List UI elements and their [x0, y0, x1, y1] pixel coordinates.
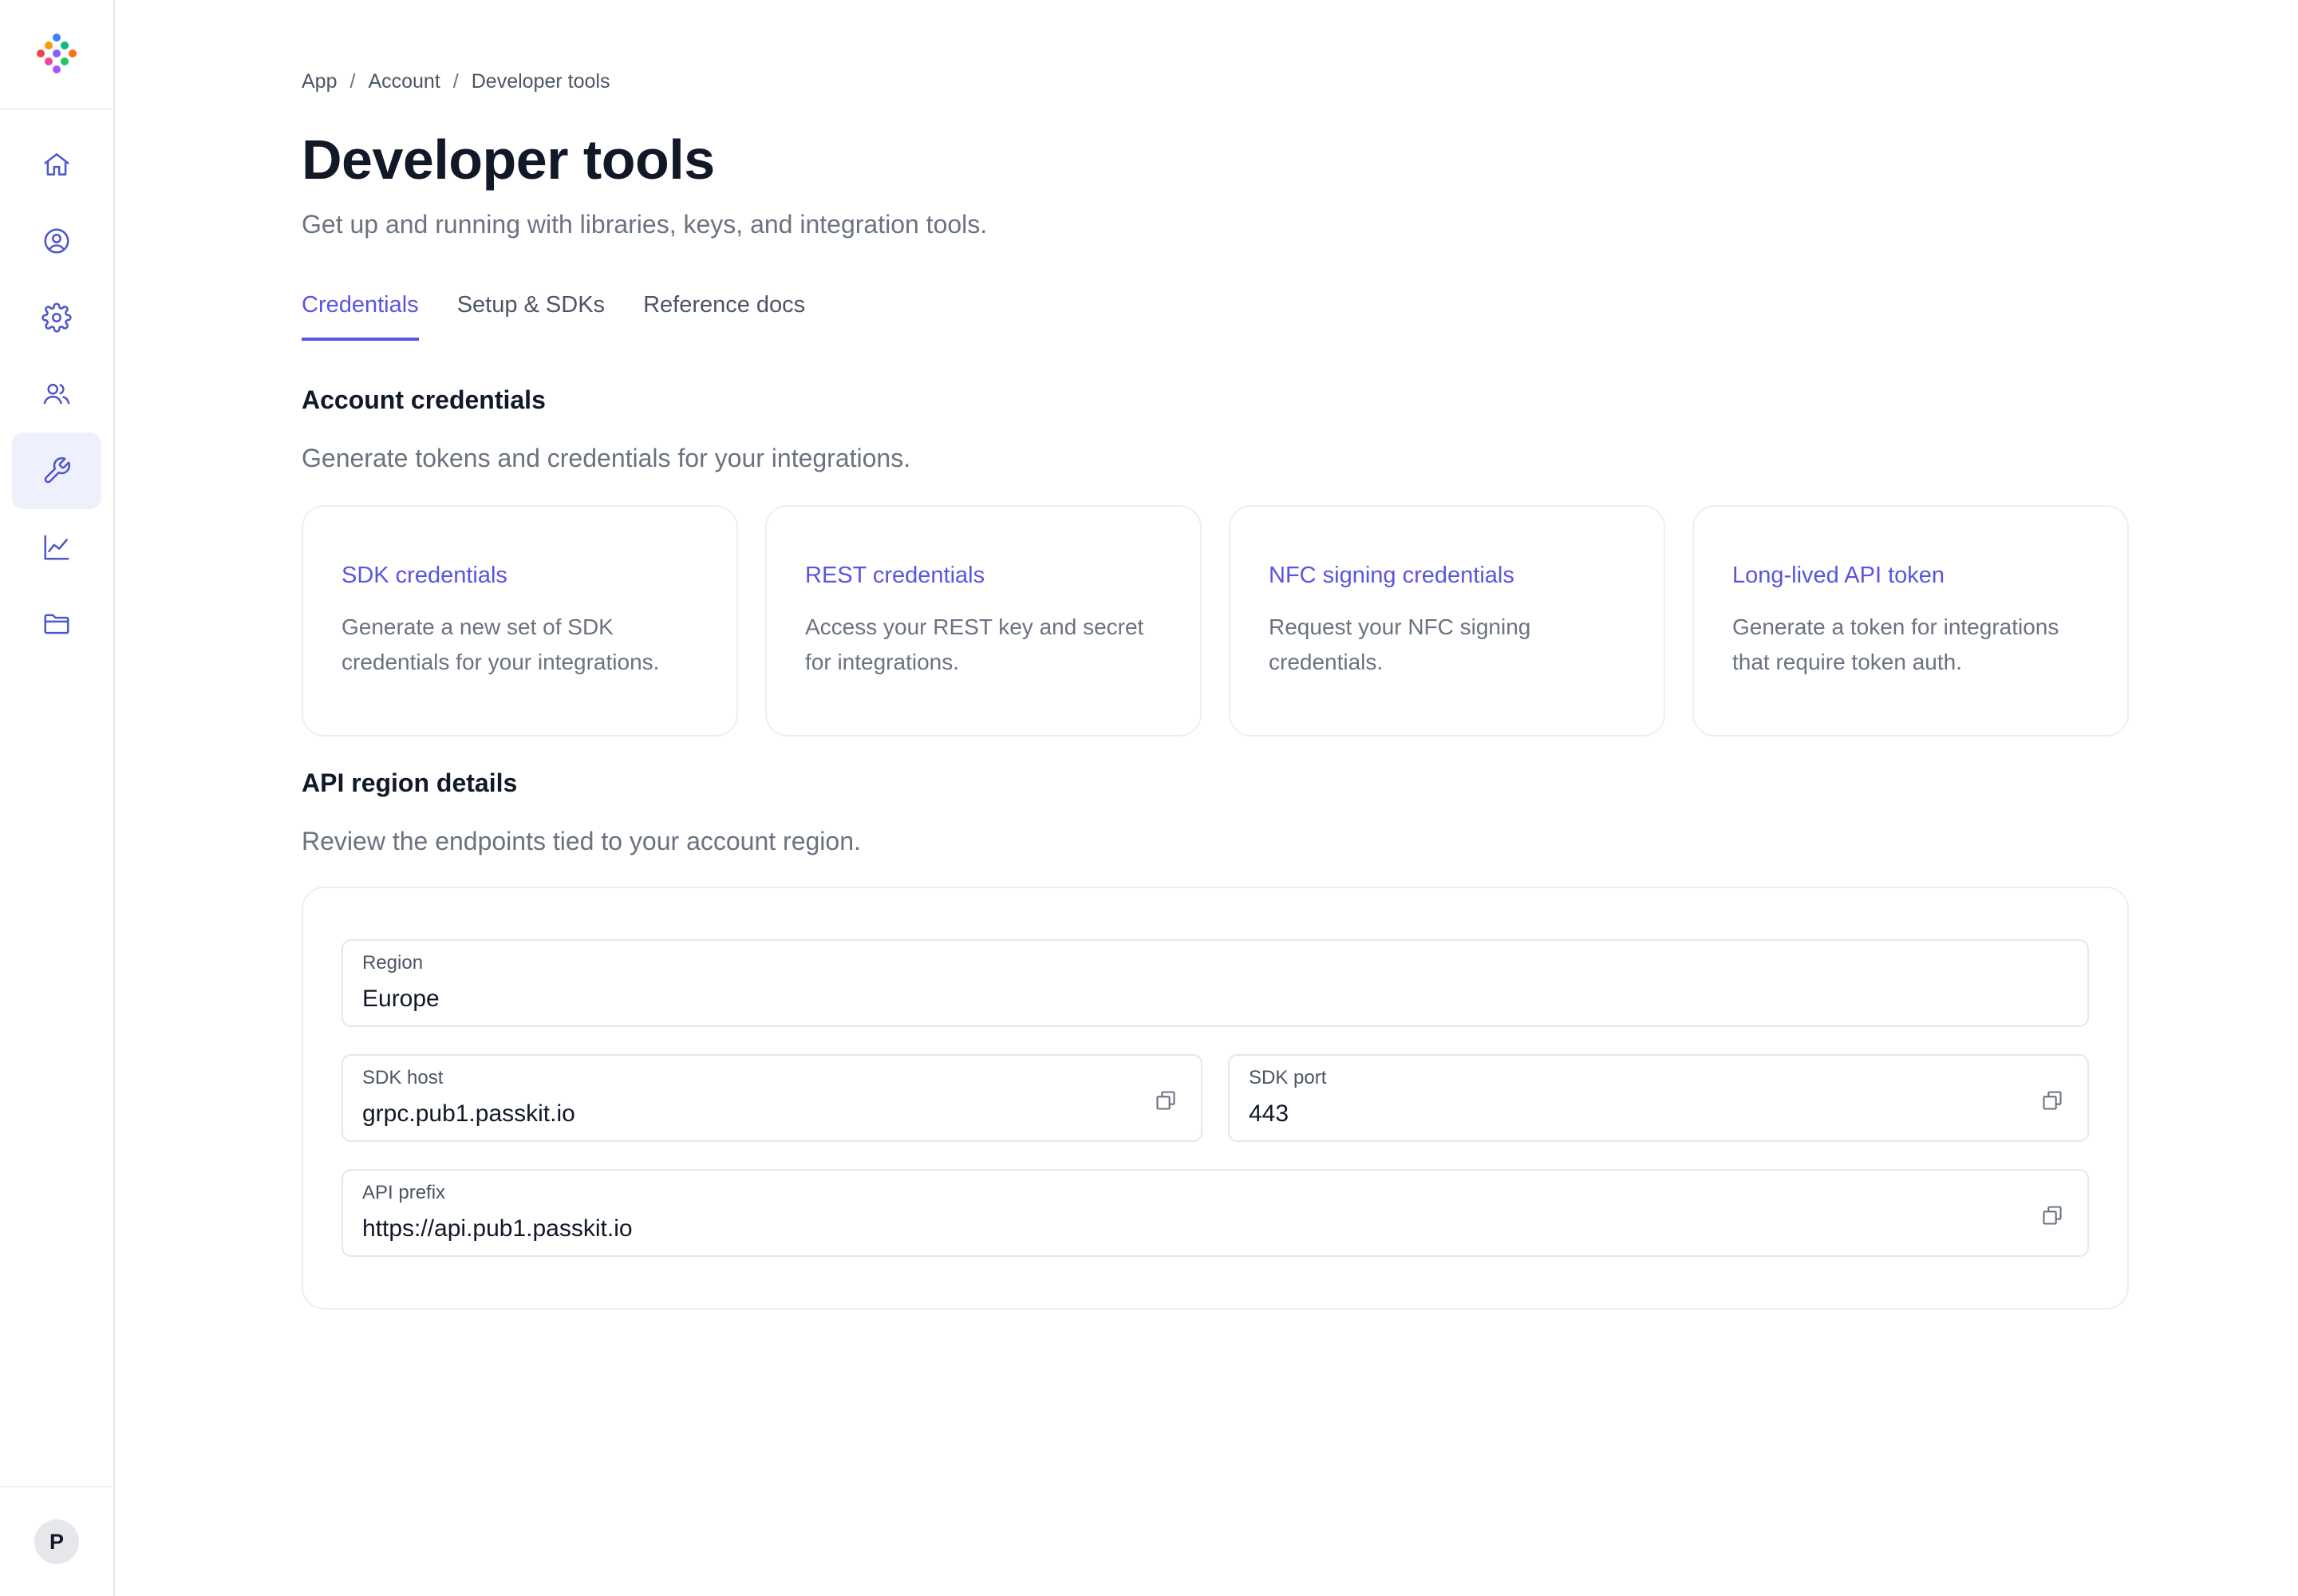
sdk-host-field[interactable]: SDK host grpc.pub1.passkit.io	[342, 1054, 1202, 1142]
breadcrumb-item-current: Developer tools	[471, 70, 610, 93]
home-icon	[44, 153, 69, 176]
wrench-icon	[44, 456, 71, 484]
sidebar-item-settings[interactable]	[12, 279, 101, 356]
section-description: Review the endpoints tied to your accoun…	[302, 827, 861, 855]
api-region-section: API region details Review the endpoints …	[302, 768, 2129, 1310]
nfc-signing-credentials-card[interactable]: NFC signing credentials Request your NFC…	[1229, 505, 1665, 737]
breadcrumb-separator: /	[452, 70, 459, 93]
breadcrumb-separator: /	[349, 70, 356, 93]
api-token-card[interactable]: Long-lived API token Generate a token fo…	[1692, 505, 2129, 737]
field-value: Europe	[362, 986, 440, 1012]
tab-reference-docs[interactable]: Reference docs	[643, 292, 805, 341]
card-description: Generate a token for integrations that r…	[1732, 614, 2059, 674]
sidebar-item-home[interactable]	[12, 126, 101, 203]
sdk-credentials-card[interactable]: SDK credentials Generate a new set of SD…	[302, 505, 738, 737]
copy-icon[interactable]	[2041, 1089, 2063, 1112]
page-title: Developer tools	[302, 128, 715, 191]
tab-setup-sdks[interactable]: Setup & SDKs	[457, 292, 605, 341]
section-title: API region details	[302, 768, 518, 797]
card-description: Generate a new set of SDK credentials fo…	[342, 614, 660, 674]
breadcrumb-item-app[interactable]: App	[302, 70, 337, 93]
card-title[interactable]: NFC signing credentials	[1269, 563, 1625, 589]
logo-container	[0, 0, 113, 110]
tab-credentials[interactable]: Credentials	[302, 292, 419, 341]
breadcrumb-item-account[interactable]: Account	[368, 70, 440, 93]
card-description: Access your REST key and secret for inte…	[805, 614, 1144, 674]
section-description: Generate tokens and credentials for your…	[302, 444, 911, 472]
sidebar-footer: P	[0, 1486, 113, 1596]
field-value: https://api.pub1.passkit.io	[362, 1215, 633, 1242]
gear-icon	[41, 302, 72, 333]
app-logo[interactable]	[34, 32, 79, 77]
field-value: 443	[1249, 1100, 1289, 1127]
folder-icon	[44, 614, 69, 634]
page-subtitle: Get up and running with libraries, keys,…	[302, 210, 988, 239]
api-prefix-field[interactable]: API prefix https://api.pub1.passkit.io	[342, 1169, 2089, 1257]
card-title[interactable]: REST credentials	[805, 563, 1162, 589]
copy-icon[interactable]	[1155, 1089, 1177, 1112]
chart-line-icon	[44, 535, 69, 560]
main-content: App / Account / Developer tools Develope…	[302, 0, 2129, 1310]
rest-credentials-card[interactable]: REST credentials Access your REST key an…	[765, 505, 1202, 737]
tab-bar: Credentials Setup & SDKs Reference docs	[302, 292, 2129, 341]
field-label: SDK port	[1249, 1067, 1327, 1088]
user-circle-icon	[44, 228, 69, 254]
sidebar: P	[0, 0, 115, 1596]
sidebar-nav	[0, 110, 113, 662]
field-label: SDK host	[362, 1067, 444, 1088]
avatar[interactable]: P	[34, 1519, 79, 1564]
card-title[interactable]: SDK credentials	[342, 563, 698, 589]
sidebar-item-files[interactable]	[12, 586, 101, 662]
sidebar-item-profile[interactable]	[12, 203, 101, 279]
sdk-fields-row: SDK host grpc.pub1.passkit.io SDK port 4…	[342, 1054, 2089, 1142]
sidebar-item-developer-tools[interactable]	[12, 433, 101, 509]
sidebar-item-analytics[interactable]	[12, 509, 101, 586]
credential-cards: SDK credentials Generate a new set of SD…	[302, 505, 2129, 737]
copy-icon[interactable]	[2041, 1204, 2063, 1227]
sdk-port-field[interactable]: SDK port 443	[1228, 1054, 2089, 1142]
sidebar-item-team[interactable]	[12, 356, 101, 433]
account-credentials-section: Account credentials Generate tokens and …	[302, 385, 2129, 737]
field-label: Region	[362, 952, 424, 974]
region-details-panel: Region Europe SDK host grpc.pub1.passkit…	[302, 887, 2129, 1310]
field-value: grpc.pub1.passkit.io	[362, 1100, 575, 1127]
region-field[interactable]: Region Europe	[342, 939, 2089, 1027]
field-label: API prefix	[362, 1182, 446, 1203]
section-title: Account credentials	[302, 385, 546, 414]
card-title[interactable]: Long-lived API token	[1732, 563, 2089, 589]
breadcrumb: App / Account / Developer tools	[302, 70, 2129, 93]
card-description: Request your NFC signing credentials.	[1269, 614, 1531, 674]
users-icon	[43, 383, 70, 405]
